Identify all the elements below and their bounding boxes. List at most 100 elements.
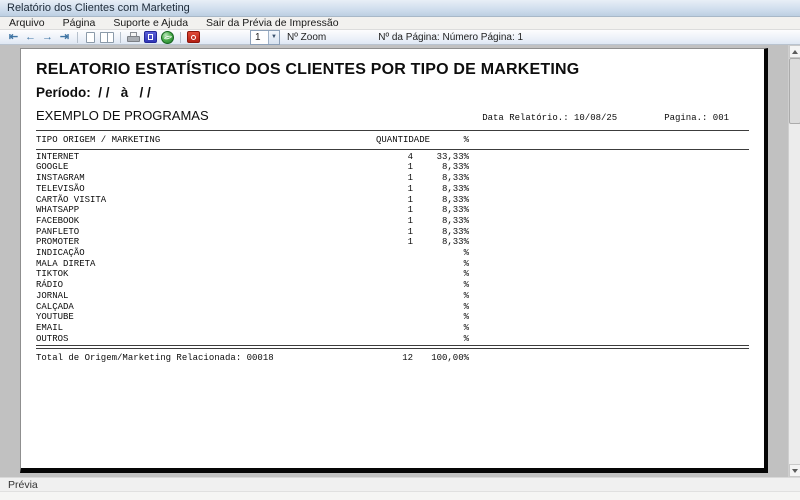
zoom-label: Nº Zoom	[287, 32, 326, 43]
column-header-percent: %	[413, 135, 469, 146]
toolbar-separator	[120, 32, 121, 43]
printer-icon	[127, 32, 140, 43]
cell-quantidade: 1	[376, 205, 413, 216]
arrow-down-icon	[792, 469, 798, 473]
next-page-icon: →	[42, 32, 53, 43]
table-row: GOOGLE 1 8,33%	[36, 162, 749, 173]
menu-arquivo[interactable]: Arquivo	[0, 17, 54, 30]
preview-area: RELATORIO ESTATÍSTICO DOS CLIENTES POR T…	[0, 45, 800, 477]
cell-percent: 8,33%	[413, 162, 469, 173]
cell-origem: GOOGLE	[36, 162, 376, 173]
table-row: PANFLETO 1 8,33%	[36, 227, 749, 238]
table-row: PROMOTER 1 8,33%	[36, 237, 749, 248]
cell-quantidade	[376, 323, 413, 334]
status-bar: Prévia	[0, 477, 800, 491]
first-page-button[interactable]: ⇤	[6, 31, 21, 44]
cell-percent: %	[413, 248, 469, 259]
period-value: / / à / /	[91, 85, 151, 100]
scrollbar-thumb[interactable]	[789, 58, 800, 124]
window-title: Relatório dos Clientes com Marketing	[7, 2, 190, 14]
total-label: Total de Origem/Marketing Relacionada: 0…	[36, 353, 376, 364]
toolbar: ⇤ ← → ⇥ 1 ▼ Nº Zoom Nº da Página: Número…	[0, 30, 800, 45]
menu-sair-da-previa[interactable]: Sair da Prévia de Impressão	[197, 17, 347, 30]
report-date: Data Relatório.: 10/08/25	[482, 113, 622, 123]
cell-quantidade	[376, 280, 413, 291]
cell-quantidade: 1	[376, 162, 413, 173]
total-quantidade: 12	[376, 353, 413, 364]
cell-percent: 8,33%	[413, 227, 469, 238]
table-row: CALÇADA %	[36, 302, 749, 313]
cell-quantidade	[376, 248, 413, 259]
cell-origem: TIKTOK	[36, 269, 376, 280]
zoom-settings-button[interactable]	[143, 31, 158, 44]
print-button[interactable]	[126, 31, 141, 44]
zoom-level-value: 1	[251, 32, 268, 43]
cell-percent: %	[413, 323, 469, 334]
scroll-up-button[interactable]	[789, 45, 800, 58]
cell-origem: PROMOTER	[36, 237, 376, 248]
cell-percent: %	[413, 291, 469, 302]
total-percent: 100,00%	[413, 353, 469, 364]
cell-percent: 8,33%	[413, 195, 469, 206]
column-header-quantidade: QUANTIDADE	[376, 135, 413, 146]
cell-quantidade	[376, 302, 413, 313]
table-total-row: Total de Origem/Marketing Relacionada: 0…	[36, 353, 749, 364]
table-row: MALA DIRETA %	[36, 259, 749, 270]
report-subheader-row: EXEMPLO DE PROGRAMAS Data Relatório.: 10…	[36, 108, 749, 123]
send-email-button[interactable]	[160, 31, 175, 44]
table-row: JORNAL %	[36, 291, 749, 302]
cell-percent: 8,33%	[413, 216, 469, 227]
cell-origem: YOUTUBE	[36, 312, 376, 323]
cell-percent: %	[413, 280, 469, 291]
last-page-button[interactable]: ⇥	[57, 31, 72, 44]
company-name: EXEMPLO DE PROGRAMAS	[36, 108, 482, 123]
status-text: Prévia	[8, 479, 38, 491]
cell-percent: 8,33%	[413, 205, 469, 216]
table-row: CARTÃO VISITA 1 8,33%	[36, 195, 749, 206]
cell-quantidade: 1	[376, 184, 413, 195]
zoom-level-select[interactable]: 1 ▼	[250, 30, 280, 45]
menu-pagina[interactable]: Página	[54, 17, 105, 30]
report-page-number: Pagina.: 001	[664, 113, 729, 123]
window-titlebar[interactable]: Relatório dos Clientes com Marketing	[0, 0, 800, 17]
pdf-export-button[interactable]	[186, 31, 201, 44]
cell-origem: EMAIL	[36, 323, 376, 334]
cell-quantidade	[376, 259, 413, 270]
column-header-origem: TIPO ORIGEM / MARKETING	[36, 135, 376, 146]
single-page-view-button[interactable]	[83, 31, 98, 44]
table-row: FACEBOOK 1 8,33%	[36, 216, 749, 227]
toolbar-separator	[180, 32, 181, 43]
menu-suporte-e-ajuda[interactable]: Suporte e Ajuda	[104, 17, 197, 30]
two-pages-icon	[100, 32, 115, 43]
scroll-down-button[interactable]	[789, 464, 800, 477]
pdf-export-icon	[187, 31, 200, 43]
table-row: INTERNET 4 33,33%	[36, 152, 749, 163]
table-row: EMAIL %	[36, 323, 749, 334]
arrow-up-icon	[792, 50, 798, 54]
cell-origem: INTERNET	[36, 152, 376, 163]
cell-percent: 8,33%	[413, 237, 469, 248]
cell-quantidade	[376, 312, 413, 323]
cell-origem: JORNAL	[36, 291, 376, 302]
cell-quantidade: 1	[376, 195, 413, 206]
cell-percent: 8,33%	[413, 184, 469, 195]
previous-page-icon: ←	[25, 32, 36, 43]
two-page-view-button[interactable]	[100, 31, 115, 44]
vertical-scrollbar[interactable]	[788, 45, 800, 477]
table-row: TELEVISÃO 1 8,33%	[36, 184, 749, 195]
cell-percent: %	[413, 334, 469, 345]
cell-origem: MALA DIRETA	[36, 259, 376, 270]
cell-percent: 33,33%	[413, 152, 469, 163]
cell-percent: %	[413, 312, 469, 323]
combo-dropdown-button[interactable]: ▼	[268, 31, 279, 44]
previous-page-button[interactable]: ←	[23, 31, 38, 44]
report-title: RELATORIO ESTATÍSTICO DOS CLIENTES POR T…	[36, 61, 749, 79]
cell-quantidade: 1	[376, 173, 413, 184]
next-page-button[interactable]: →	[40, 31, 55, 44]
first-page-icon: ⇤	[9, 32, 18, 43]
last-page-icon: ⇥	[60, 32, 69, 43]
cell-origem: RÁDIO	[36, 280, 376, 291]
table-row: WHATSAPP 1 8,33%	[36, 205, 749, 216]
period-label: Período:	[36, 85, 91, 100]
cell-quantidade: 1	[376, 237, 413, 248]
